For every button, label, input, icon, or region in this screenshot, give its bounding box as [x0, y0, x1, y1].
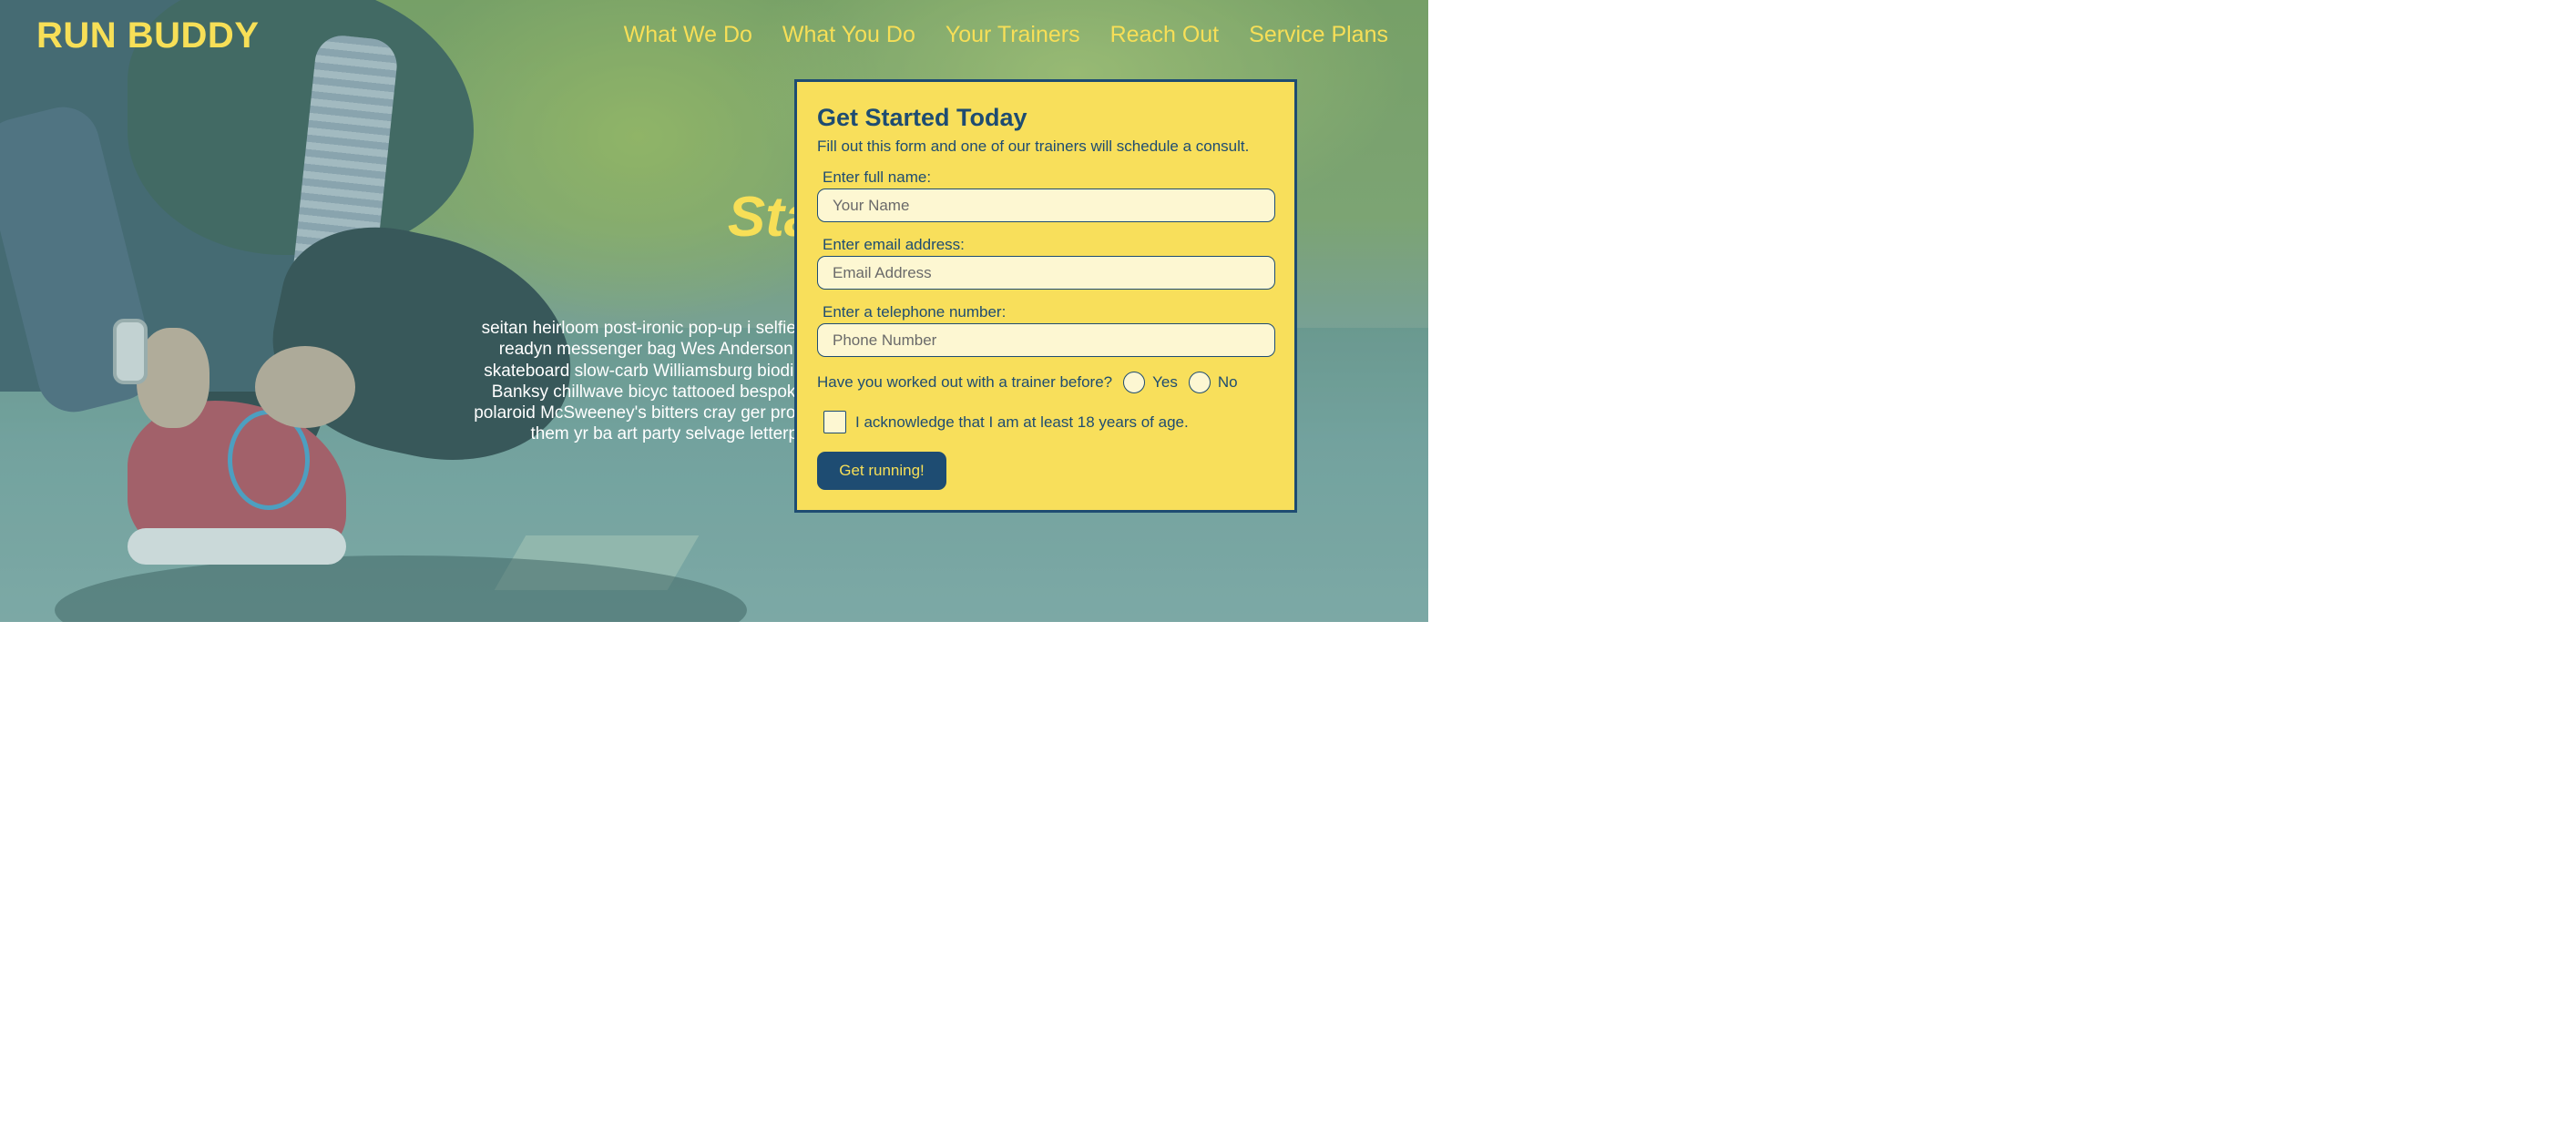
radio-yes[interactable]	[1123, 372, 1146, 393]
age-ack-label: I acknowledge that I am at least 18 year…	[855, 413, 1189, 431]
email-input[interactable]	[817, 256, 1275, 290]
trainer-question-row: Have you worked out with a trainer befor…	[817, 372, 1274, 393]
nav-item-your-trainers[interactable]: Your Trainers	[946, 22, 1080, 48]
name-label: Enter full name:	[823, 168, 932, 186]
submit-button[interactable]: Get running!	[817, 452, 946, 490]
signup-form: Get Started Today Fill out this form and…	[794, 79, 1297, 513]
trainer-question-label: Have you worked out with a trainer befor…	[817, 373, 1113, 391]
name-input[interactable]	[817, 189, 1275, 222]
email-label: Enter email address:	[823, 236, 965, 253]
hero-section: RUN BUDDY What We Do What You Do Your Tr…	[0, 0, 1428, 622]
nav-item-service-plans[interactable]: Service Plans	[1249, 22, 1388, 48]
site-logo[interactable]: RUN BUDDY	[36, 15, 260, 56]
radio-no[interactable]	[1188, 372, 1211, 393]
phone-label: Enter a telephone number:	[823, 303, 1007, 321]
nav-item-what-you-do[interactable]: What You Do	[782, 22, 915, 48]
radio-no-label: No	[1217, 373, 1238, 391]
form-title: Get Started Today	[817, 104, 1027, 131]
nav-item-what-we-do[interactable]: What We Do	[624, 22, 752, 48]
radio-yes-label: Yes	[1152, 373, 1178, 391]
form-subtitle: Fill out this form and one of our traine…	[817, 138, 1250, 155]
phone-input[interactable]	[817, 323, 1275, 357]
nav-item-reach-out[interactable]: Reach Out	[1110, 22, 1220, 48]
main-nav: What We Do What You Do Your Trainers Rea…	[624, 22, 1388, 48]
age-ack-checkbox[interactable]	[823, 411, 846, 433]
age-ack-row: I acknowledge that I am at least 18 year…	[823, 411, 1274, 433]
